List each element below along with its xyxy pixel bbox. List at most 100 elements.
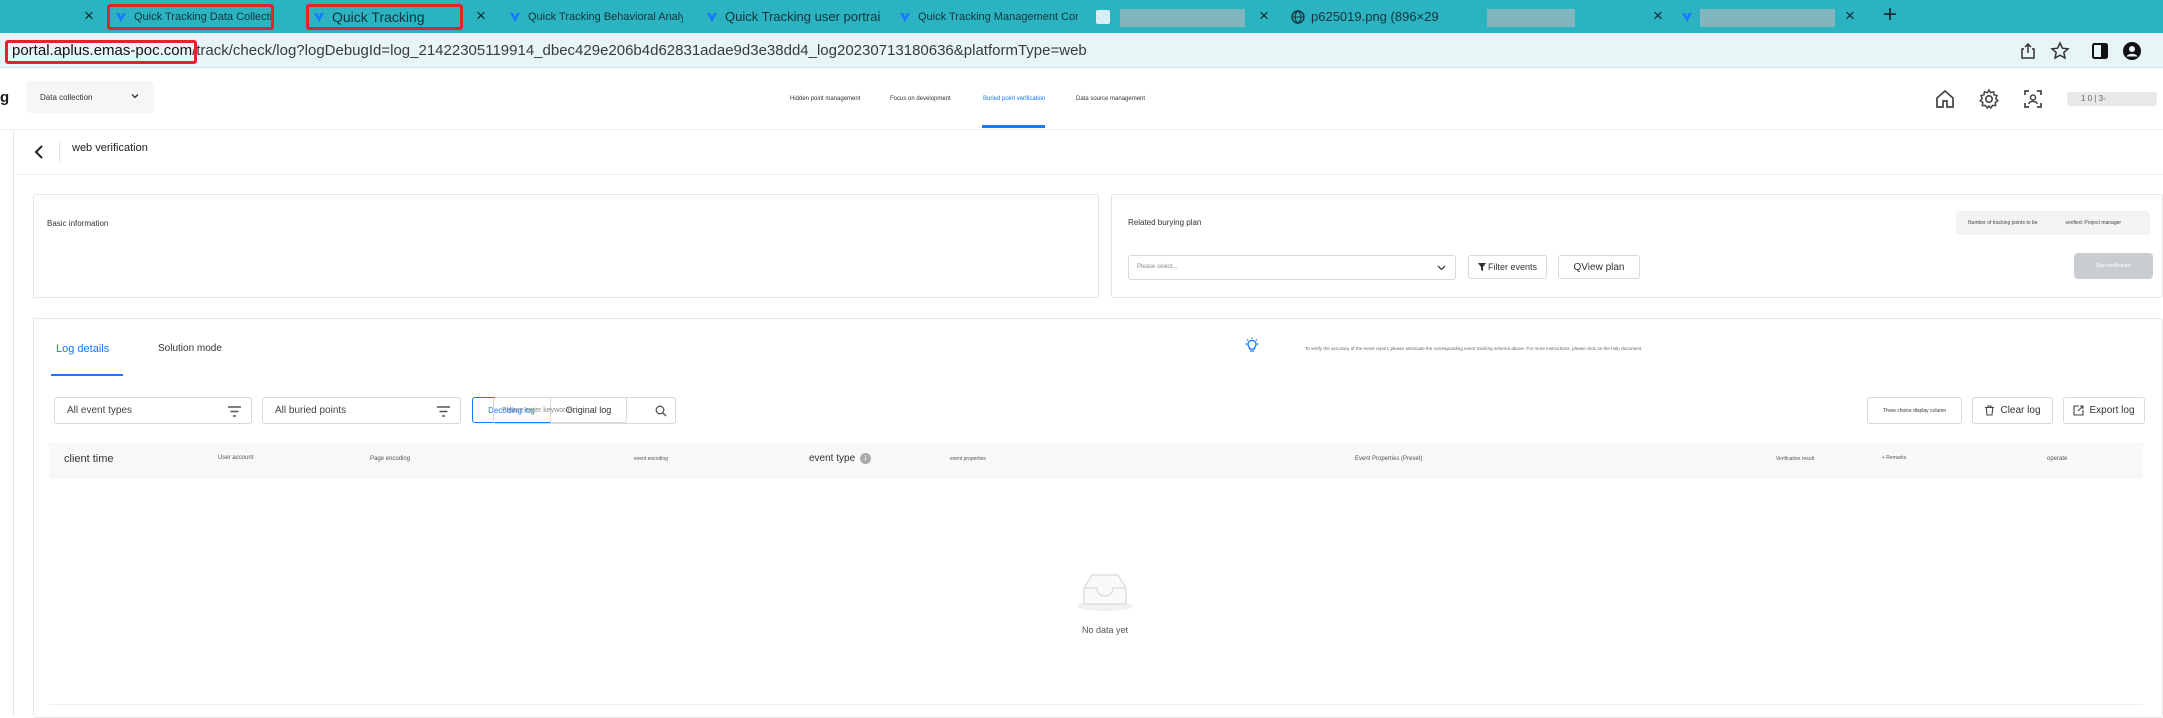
module-select-value: Data collection: [40, 93, 93, 102]
new-tab-button[interactable]: +: [1878, 3, 1902, 28]
column-event-type: event type i: [809, 453, 872, 465]
blank-page-icon: [1096, 9, 1110, 24]
title-divider: [59, 142, 60, 162]
browser-tab-strip: × Quick Tracking Data Collection × Quick…: [0, 0, 2163, 33]
basic-information-card: Basic information: [33, 194, 1099, 298]
url-highlight-box: [5, 40, 197, 64]
filter-lines-icon: [437, 406, 450, 417]
display-column-label: Three choice display column: [1882, 407, 1947, 414]
highlight-box: [107, 4, 274, 30]
table-bottom-border: [49, 704, 2143, 705]
chevron-down-icon: [1437, 265, 1446, 271]
browser-tab-management-control[interactable]: Quick Tracking Management Control ×: [898, 3, 1078, 30]
column-verification-result: Verification result: [1776, 456, 1815, 462]
related-plan-card: Related burying plan Number of tracking …: [1111, 194, 2163, 298]
view-plan-label: QView plan: [1573, 261, 1625, 273]
plan-select[interactable]: Please select...: [1128, 255, 1456, 280]
sidebar-panel-icon[interactable]: [2090, 41, 2110, 61]
column-page-encoding: Page encoding: [370, 456, 411, 462]
home-icon[interactable]: [1934, 88, 1956, 110]
bookmark-star-icon[interactable]: [2050, 41, 2070, 61]
filter-lines-icon: [228, 406, 241, 417]
nav-focus-on-development[interactable]: Focus on development: [890, 96, 951, 102]
export-log-label: Export log: [2089, 405, 2135, 416]
module-select[interactable]: Data collection: [26, 81, 154, 113]
view-plan-button[interactable]: QView plan: [1558, 255, 1640, 279]
blurred-tab-title: [1487, 9, 1575, 27]
blurred-tab-title: [1120, 9, 1245, 27]
empty-state-text: No data yet: [1081, 625, 1129, 635]
sidebar-edge: [13, 130, 14, 715]
info-icon[interactable]: i: [860, 453, 872, 464]
profile-avatar-icon[interactable]: [2122, 41, 2142, 61]
column-event-type-label: event type: [809, 453, 856, 465]
close-tab-icon[interactable]: ×: [472, 6, 490, 26]
gear-icon[interactable]: [1978, 88, 2000, 110]
url-path: /track/check/log?logDebugId=log_21422305…: [192, 42, 1087, 59]
event-type-filter[interactable]: All event types: [54, 397, 252, 424]
verification-hint-text: To verify the accuracy of the event repo…: [1305, 346, 1642, 351]
close-tab-icon[interactable]: ×: [1649, 6, 1667, 26]
user-account-label[interactable]: 1 0 | 3-: [2067, 92, 2157, 106]
plan-select-placeholder: Please select...: [1137, 264, 1178, 270]
quick-tracking-icon: [510, 12, 520, 22]
browser-tab-user-portrait[interactable]: Quick Tracking user portrait ×: [705, 3, 880, 30]
quick-tracking-icon: [707, 12, 717, 22]
filter-events-button[interactable]: Filter events: [1468, 255, 1547, 279]
close-tab-icon[interactable]: ×: [1255, 6, 1273, 26]
basic-information-title: Basic information: [47, 219, 109, 228]
close-tab-icon[interactable]: ×: [80, 6, 98, 26]
empty-inbox-icon: [1077, 574, 1133, 611]
tab-solution-mode[interactable]: Solution mode: [158, 343, 222, 354]
nav-data-source-management[interactable]: Data source management: [1076, 96, 1145, 102]
log-table-header: client time User account Page encoding e…: [49, 443, 2143, 479]
blurred-tab-title: [1700, 9, 1835, 27]
column-event-properties-preset: Event Properties (Preset): [1355, 456, 1423, 462]
tab-title: p625019.png (896×29: [1311, 9, 1439, 24]
search-placeholder: Please enter keywords: [502, 407, 573, 414]
active-tab-indicator: [51, 374, 123, 376]
tracking-points-stats: Number of tracking points to be verified…: [1956, 211, 2150, 235]
chevron-down-icon: [131, 94, 139, 99]
column-client-time: client time: [64, 453, 114, 465]
start-verification-label: Start verification: [2095, 263, 2132, 269]
trash-icon: [1985, 405, 1995, 416]
browser-tab-behavioral-analysis[interactable]: Quick Tracking Behavioral Analysis ×: [508, 3, 683, 30]
display-column-button[interactable]: Three choice display column: [1867, 397, 1962, 424]
nav-hidden-point-management[interactable]: Hidden point management: [790, 96, 860, 102]
export-icon: [2073, 405, 2085, 416]
brand-name: g: [0, 89, 10, 106]
active-nav-indicator: [982, 125, 1045, 128]
column-user-account: User account: [218, 455, 254, 461]
log-details-card: Log details Solution mode To verify the …: [33, 318, 2163, 718]
filter-icon: [1477, 263, 1486, 271]
quick-tracking-icon: [1682, 12, 1692, 22]
share-icon[interactable]: [2018, 41, 2038, 61]
buried-points-filter-value: All buried points: [275, 405, 347, 416]
back-arrow-icon[interactable]: [30, 143, 48, 161]
address-bar[interactable]: portal.aplus.emas-poc.com/track/check/lo…: [0, 33, 2163, 68]
search-icon: [655, 405, 667, 417]
tab-title: Quick Tracking Behavioral Analysis ×: [528, 10, 683, 23]
filter-events-label: Filter events: [1487, 262, 1538, 272]
event-type-filter-value: All event types: [67, 405, 133, 416]
page-title-bar: web verification: [14, 130, 2163, 175]
start-verification-button[interactable]: Start verification: [2074, 253, 2153, 279]
column-event-encoding: event encoding: [634, 456, 668, 462]
keyword-search-input[interactable]: Please enter keywords: [493, 397, 676, 424]
tab-title: Quick Tracking user portrait ×: [725, 9, 880, 24]
export-log-button[interactable]: Export log: [2063, 397, 2145, 424]
buried-points-filter[interactable]: All buried points: [262, 397, 461, 424]
tab-log-details[interactable]: Log details: [56, 343, 109, 355]
clear-log-button[interactable]: Clear log: [1972, 397, 2053, 424]
nav-buried-point-verification[interactable]: Buried point verification: [983, 96, 1045, 102]
column-remarks[interactable]: + Remarks: [1882, 455, 1906, 461]
scan-icon[interactable]: [2022, 88, 2044, 110]
lightbulb-icon[interactable]: [1244, 337, 1260, 353]
tab-title: Quick Tracking Management Control ×: [918, 10, 1078, 23]
quick-tracking-icon: [900, 12, 910, 22]
close-tab-icon[interactable]: ×: [1841, 6, 1859, 26]
globe-icon: [1291, 9, 1305, 24]
browser-tab-image[interactable]: p625019.png (896×29: [1291, 3, 1471, 30]
page-title: web verification: [72, 142, 148, 154]
